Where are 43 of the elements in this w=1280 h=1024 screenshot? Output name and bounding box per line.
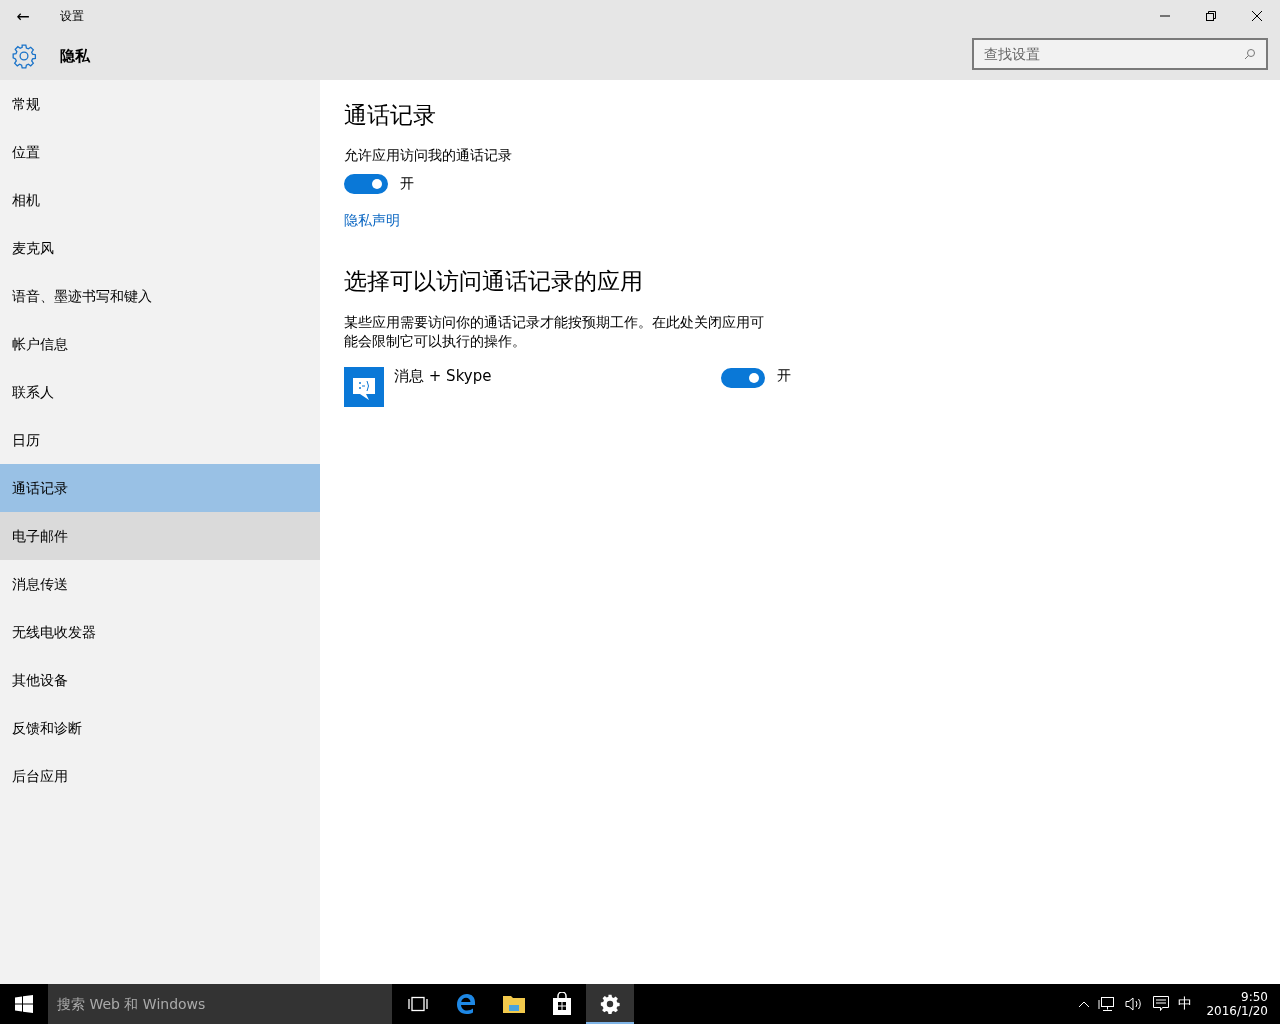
sidebar-item[interactable]: 无线电收发器 [0, 608, 320, 656]
window-title: 设置 [60, 7, 84, 25]
section-heading: 选择可以访问通话记录的应用 [344, 267, 643, 296]
page-title: 隐私 [60, 46, 90, 66]
toggle-state-label: 开 [777, 367, 791, 385]
toggle-switch[interactable] [344, 174, 388, 194]
chevron-up-icon[interactable] [1078, 1000, 1091, 1008]
restore-icon [1205, 10, 1217, 22]
sidebar-item[interactable]: 相机 [0, 176, 320, 224]
sidebar-item[interactable]: 其他设备 [0, 656, 320, 704]
sidebar-item[interactable]: 位置 [0, 128, 320, 176]
sidebar-item[interactable]: 通话记录 [0, 464, 320, 512]
close-icon [1251, 10, 1263, 22]
notification-icon[interactable] [1152, 995, 1171, 1013]
description-text: 某些应用需要访问你的通话记录才能按预期工作。在此处关闭应用可能会限制它可以执行的操作。 [344, 313, 764, 351]
back-button[interactable]: ← [0, 0, 46, 32]
sidebar-item[interactable]: 联系人 [0, 368, 320, 416]
network-icon[interactable] [1098, 996, 1117, 1012]
sidebar-item[interactable]: 帐户信息 [0, 320, 320, 368]
sidebar-item[interactable]: 麦克风 [0, 224, 320, 272]
settings-icon [11, 43, 37, 69]
section-heading: 通话记录 [344, 101, 436, 130]
toggle-label: 允许应用访问我的通话记录 [344, 147, 512, 165]
taskbar-search-field[interactable]: 搜索 Web 和 Windows [48, 984, 392, 1024]
input-method-indicator[interactable]: 中 [1178, 995, 1193, 1013]
sidebar-item[interactable]: 电子邮件 [0, 512, 320, 560]
privacy-link[interactable]: 隐私声明 [344, 212, 400, 230]
sidebar-item[interactable]: 反馈和诊断 [0, 704, 320, 752]
toggle-switch[interactable] [721, 368, 765, 388]
chat-bubble-icon [344, 367, 384, 407]
toggle-state-label: 开 [400, 175, 414, 193]
sidebar-item[interactable]: 日历 [0, 416, 320, 464]
clock-date[interactable]: 2016/1/20 [1206, 1004, 1268, 1018]
settings-icon[interactable] [586, 984, 634, 1024]
clock-time[interactable]: 9:50 [1241, 990, 1268, 1004]
sidebar-item[interactable]: 消息传送 [0, 560, 320, 608]
app-name: 消息 + Skype [394, 367, 493, 386]
sidebar-item[interactable]: 语音、墨迹书写和键入 [0, 272, 320, 320]
search-icon [1244, 48, 1256, 60]
sidebar-item[interactable]: 常规 [0, 80, 320, 128]
sidebar-item[interactable]: 后台应用 [0, 752, 320, 800]
windows-logo-icon [15, 995, 33, 1013]
search-field[interactable]: 查找设置 [972, 38, 1268, 70]
